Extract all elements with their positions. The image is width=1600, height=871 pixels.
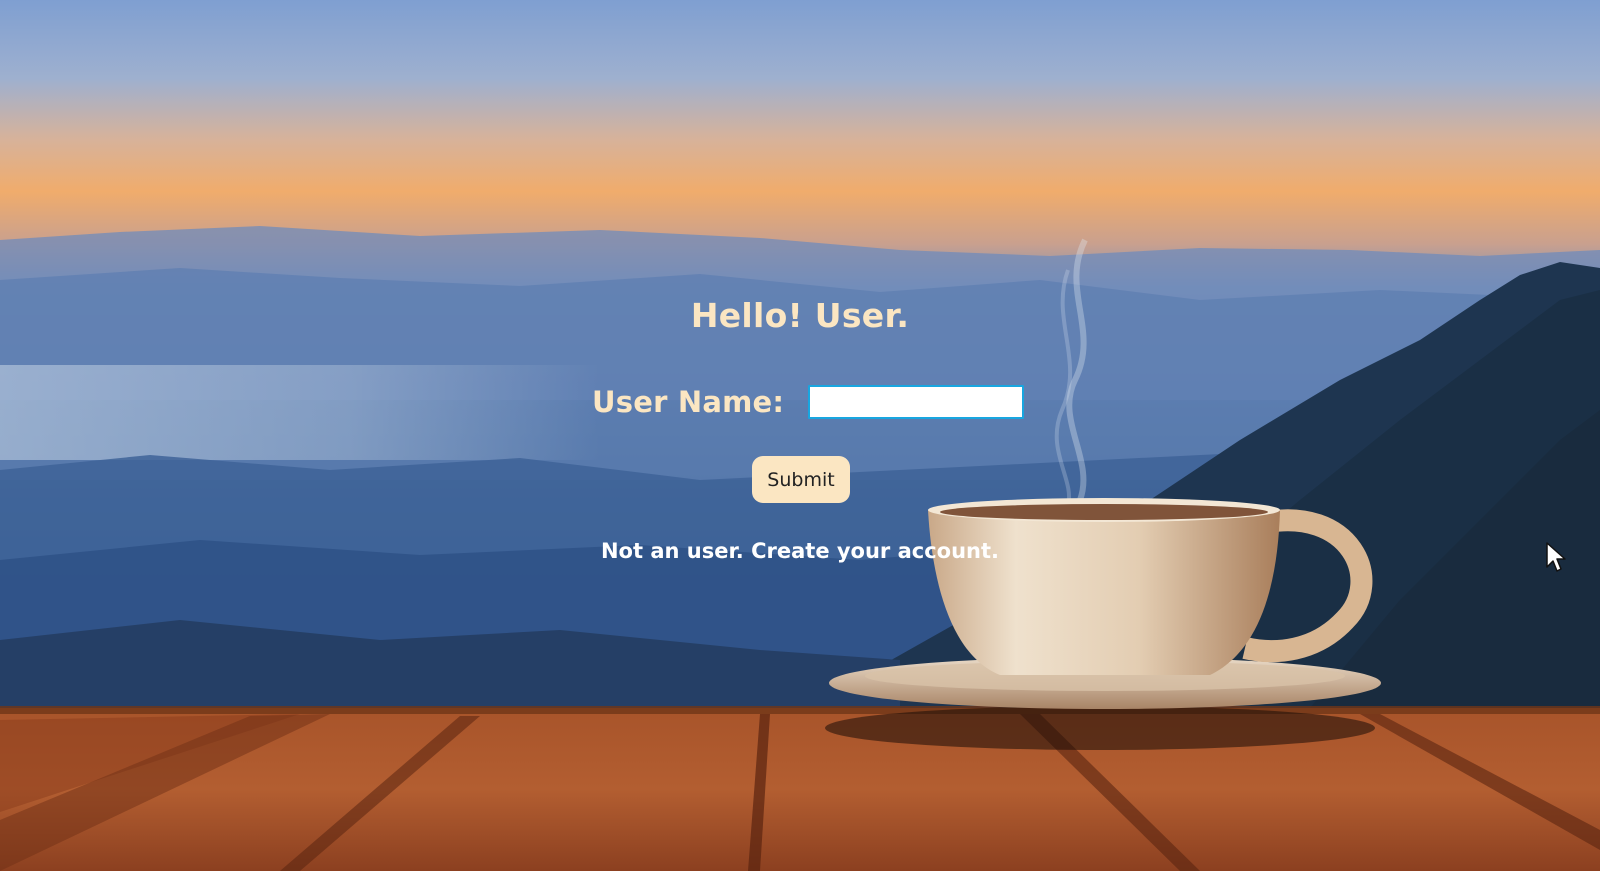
username-row: User Name:: [592, 380, 1025, 424]
coffee-cup-icon: [825, 238, 1381, 750]
create-account-link[interactable]: Not an user. Create your account.: [0, 539, 1600, 563]
greeting-heading: Hello! User.: [690, 296, 910, 335]
submit-button[interactable]: Submit: [752, 456, 850, 503]
username-input[interactable]: [808, 385, 1025, 419]
mouse-pointer-icon: [1546, 542, 1566, 572]
username-label: User Name:: [592, 385, 785, 419]
login-page: Hello! User. User Name: Submit Not an us…: [0, 0, 1600, 871]
